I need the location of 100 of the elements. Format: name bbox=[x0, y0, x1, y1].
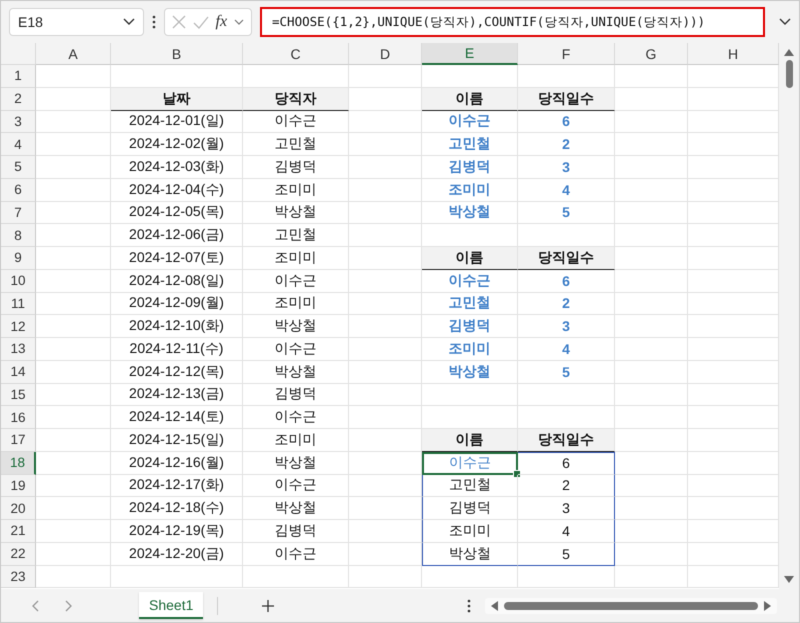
empty-cell[interactable] bbox=[349, 384, 422, 406]
formula-field[interactable]: =CHOOSE({1,2},UNIQUE(당직자),COUNTIF(당직자,UNIQUE(당직자))) bbox=[260, 7, 765, 37]
empty-cell[interactable] bbox=[615, 178, 688, 202]
row-header[interactable]: 2 bbox=[1, 88, 36, 110]
empty-cell[interactable] bbox=[615, 384, 688, 406]
table-header-cell[interactable]: 당직일수 bbox=[518, 429, 615, 452]
chevron-right-icon[interactable] bbox=[65, 600, 73, 612]
row-header[interactable]: 18 bbox=[1, 452, 36, 474]
table-header-cell[interactable]: 이름 bbox=[422, 247, 518, 270]
empty-cell[interactable] bbox=[349, 406, 422, 429]
table-cell[interactable]: 2 bbox=[518, 292, 615, 316]
table-cell[interactable]: 김병덕 bbox=[243, 156, 349, 179]
table-cell[interactable]: 4 bbox=[518, 338, 615, 361]
table-cell[interactable]: 2024-12-04(수) bbox=[111, 178, 243, 202]
scroll-down-icon[interactable] bbox=[784, 576, 794, 583]
empty-cell[interactable] bbox=[615, 270, 688, 292]
table-header-cell[interactable]: 당직일수 bbox=[518, 88, 615, 110]
table-cell[interactable]: 2024-12-12(목) bbox=[111, 360, 243, 384]
chevron-down-icon[interactable] bbox=[779, 18, 791, 26]
empty-cell[interactable] bbox=[349, 156, 422, 179]
more-options-icon[interactable] bbox=[467, 598, 471, 612]
empty-cell[interactable] bbox=[615, 497, 688, 520]
empty-cell[interactable] bbox=[615, 224, 688, 247]
table-cell[interactable]: 조미미 bbox=[422, 520, 518, 543]
empty-cell[interactable] bbox=[615, 156, 688, 179]
scroll-right-icon[interactable] bbox=[764, 600, 771, 610]
table-cell[interactable]: 고민철 bbox=[422, 292, 518, 316]
row-header[interactable]: 17 bbox=[1, 429, 36, 452]
table-cell[interactable]: 5 bbox=[518, 202, 615, 224]
checkmark-icon[interactable] bbox=[192, 16, 209, 28]
empty-cell[interactable] bbox=[349, 360, 422, 384]
table-cell[interactable]: 5 bbox=[518, 360, 615, 384]
table-cell[interactable]: 2024-12-13(금) bbox=[111, 384, 243, 406]
table-cell[interactable]: 고민철 bbox=[422, 133, 518, 156]
table-cell[interactable]: 2 bbox=[518, 474, 615, 498]
empty-cell[interactable] bbox=[615, 520, 688, 543]
sheet-tab[interactable]: Sheet1 bbox=[139, 592, 204, 619]
empty-cell[interactable] bbox=[615, 360, 688, 384]
horizontal-scrollbar[interactable] bbox=[485, 598, 777, 614]
empty-cell[interactable] bbox=[518, 566, 615, 588]
table-cell[interactable]: 박상철 bbox=[243, 452, 349, 474]
empty-cell[interactable] bbox=[349, 566, 422, 588]
table-header-cell[interactable]: 날짜 bbox=[111, 88, 243, 110]
row-header[interactable]: 9 bbox=[1, 247, 36, 270]
empty-cell[interactable] bbox=[349, 474, 422, 498]
table-cell[interactable]: 2024-12-16(월) bbox=[111, 452, 243, 474]
table-cell[interactable]: 김병덕 bbox=[422, 156, 518, 179]
row-header[interactable]: 3 bbox=[1, 110, 36, 134]
column-header[interactable]: E bbox=[422, 43, 518, 65]
empty-cell[interactable] bbox=[349, 133, 422, 156]
insert-function-button[interactable]: fx bbox=[216, 13, 228, 31]
empty-cell[interactable] bbox=[615, 566, 688, 588]
table-cell[interactable]: 김병덕 bbox=[243, 520, 349, 543]
table-cell[interactable]: 박상철 bbox=[243, 360, 349, 384]
empty-cell[interactable] bbox=[349, 202, 422, 224]
row-header[interactable]: 11 bbox=[1, 292, 36, 316]
table-cell[interactable]: 2024-12-14(토) bbox=[111, 406, 243, 429]
empty-cell[interactable] bbox=[615, 133, 688, 156]
table-cell[interactable]: 조미미 bbox=[243, 292, 349, 316]
table-cell[interactable]: 조미미 bbox=[243, 178, 349, 202]
empty-cell[interactable] bbox=[422, 566, 518, 588]
row-header[interactable]: 20 bbox=[1, 497, 36, 520]
table-cell[interactable]: 박상철 bbox=[243, 315, 349, 338]
table-header-cell[interactable]: 이름 bbox=[422, 88, 518, 110]
table-cell[interactable]: 고민철 bbox=[243, 133, 349, 156]
name-box[interactable]: E18 bbox=[9, 8, 144, 36]
table-cell[interactable]: 이수근 bbox=[243, 338, 349, 361]
table-cell[interactable]: 2024-12-15(일) bbox=[111, 429, 243, 452]
table-cell[interactable]: 박상철 bbox=[243, 202, 349, 224]
empty-cell[interactable] bbox=[615, 542, 688, 566]
table-cell[interactable]: 2024-12-06(금) bbox=[111, 224, 243, 247]
empty-cell[interactable] bbox=[349, 542, 422, 566]
select-all-corner[interactable] bbox=[1, 43, 36, 65]
table-cell[interactable]: 2024-12-10(화) bbox=[111, 315, 243, 338]
row-header[interactable]: 14 bbox=[1, 360, 36, 384]
row-header[interactable]: 7 bbox=[1, 202, 36, 224]
empty-cell[interactable] bbox=[111, 566, 243, 588]
chevron-left-icon[interactable] bbox=[31, 600, 39, 612]
table-cell[interactable]: 3 bbox=[518, 156, 615, 179]
table-cell[interactable]: 2024-12-11(수) bbox=[111, 338, 243, 361]
row-header[interactable]: 8 bbox=[1, 224, 36, 247]
row-header[interactable]: 15 bbox=[1, 384, 36, 406]
row-header[interactable]: 5 bbox=[1, 156, 36, 179]
table-cell[interactable]: 6 bbox=[518, 110, 615, 134]
row-header[interactable]: 23 bbox=[1, 566, 36, 588]
empty-cell[interactable] bbox=[349, 65, 422, 88]
row-header[interactable]: 22 bbox=[1, 542, 36, 566]
table-cell[interactable]: 김병덕 bbox=[422, 315, 518, 338]
empty-cell[interactable] bbox=[349, 315, 422, 338]
table-cell[interactable]: 6 bbox=[518, 270, 615, 292]
column-header[interactable]: D bbox=[349, 43, 422, 65]
empty-cell[interactable] bbox=[615, 65, 688, 88]
more-options-icon[interactable] bbox=[152, 15, 156, 29]
empty-cell[interactable] bbox=[615, 452, 688, 474]
empty-cell[interactable] bbox=[615, 292, 688, 316]
scroll-up-icon[interactable] bbox=[784, 49, 794, 56]
empty-cell[interactable] bbox=[349, 497, 422, 520]
scroll-thumb[interactable] bbox=[786, 60, 792, 88]
add-sheet-icon[interactable] bbox=[262, 600, 274, 612]
table-cell[interactable]: 조미미 bbox=[422, 178, 518, 202]
